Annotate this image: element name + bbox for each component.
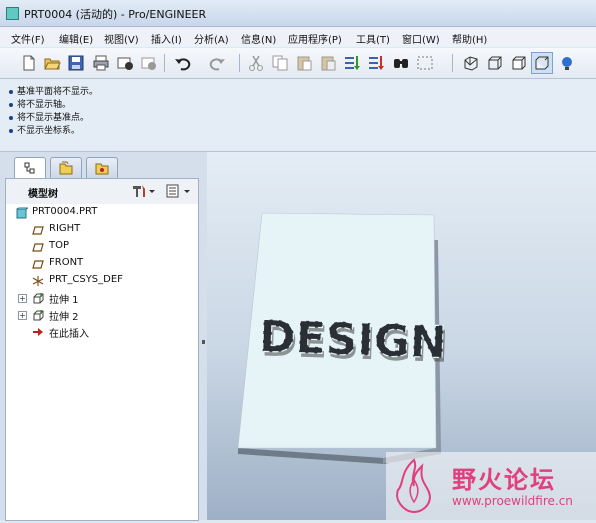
- splitter-grip: [202, 340, 205, 344]
- hidden-line-icon[interactable]: [486, 54, 504, 72]
- menu-window[interactable]: 窗口(W): [402, 31, 440, 46]
- new-file-icon[interactable]: [20, 54, 38, 72]
- menu-bar: 文件(F) 编辑(E) 视图(V) 插入(I) 分析(A) 信息(N) 应用程序…: [0, 27, 596, 47]
- datum-plane-icon: [32, 224, 44, 236]
- menu-tools[interactable]: 工具(T): [356, 31, 390, 46]
- favorites-tab[interactable]: [86, 157, 118, 178]
- datum-plane-icon: [32, 241, 44, 253]
- tree-item-part[interactable]: PRT0004.PRT: [6, 205, 196, 221]
- shading-icon[interactable]: [462, 54, 480, 72]
- print-icon[interactable]: [92, 54, 110, 72]
- forum-url: www.proewildfire.cn: [452, 494, 573, 508]
- wireframe-icon[interactable]: [531, 52, 553, 74]
- tree-item-insert-here[interactable]: 在此插入: [6, 324, 196, 340]
- undo-icon[interactable]: [174, 54, 192, 72]
- model-tree-tab-icon: [24, 162, 35, 174]
- expand-toggle[interactable]: +: [18, 311, 27, 320]
- menu-analysis[interactable]: 分析(A): [194, 31, 229, 46]
- bullet-icon: [9, 102, 13, 107]
- select-box-icon[interactable]: [416, 54, 434, 72]
- tree-item-csys[interactable]: PRT_CSYS_DEF: [6, 273, 196, 289]
- part-icon: [16, 207, 29, 219]
- menu-file[interactable]: 文件(F): [11, 31, 45, 46]
- extrude-icon: [32, 292, 44, 304]
- copy-icon[interactable]: [271, 54, 289, 72]
- settings-dropdown-button[interactable]: [130, 183, 156, 199]
- tools-icon: [133, 185, 155, 197]
- favorites-tab-icon: [95, 163, 109, 175]
- coordinate-system-icon: [32, 275, 44, 287]
- menu-applications[interactable]: 应用程序(P): [288, 31, 342, 46]
- cut-icon[interactable]: [247, 54, 265, 72]
- forum-name: 野火论坛: [452, 466, 556, 494]
- tree-item-datum-front[interactable]: FRONT: [6, 256, 196, 272]
- model-tree-title: 模型树: [28, 189, 58, 200]
- model-tree-tab[interactable]: [14, 157, 46, 179]
- message-line: 将不显示轴。: [9, 97, 71, 110]
- regenerate-manager-icon[interactable]: [367, 54, 385, 72]
- toolbar-separator: [164, 54, 165, 72]
- main-toolbar: [0, 48, 596, 79]
- find-icon[interactable]: [392, 54, 410, 72]
- model-display-icon[interactable]: [558, 54, 576, 72]
- bullet-icon: [9, 128, 13, 133]
- paste-special-icon[interactable]: [319, 54, 337, 72]
- tree-item-extrude-1[interactable]: + 拉伸 1: [6, 290, 196, 306]
- open-folder-icon[interactable]: [43, 54, 61, 72]
- menu-info[interactable]: 信息(N): [241, 31, 276, 46]
- title-bar: PRT0004 (活动的) - Pro/ENGINEER: [0, 0, 596, 27]
- message-line: 不显示坐标系。: [9, 123, 80, 136]
- message-line: 将不显示基准点。: [9, 110, 89, 123]
- message-line: 基准平面将不显示。: [9, 84, 98, 97]
- list-view-icon: [166, 184, 190, 198]
- redo-icon[interactable]: [208, 54, 226, 72]
- toolbar-separator: [239, 54, 240, 72]
- embossed-text: DESIGN: [258, 311, 447, 369]
- tree-item-datum-top[interactable]: TOP: [6, 239, 196, 255]
- toolbar-separator: [452, 54, 453, 72]
- bullet-icon: [9, 89, 13, 94]
- tree-item-extrude-2[interactable]: + 拉伸 2: [6, 307, 196, 323]
- menu-view[interactable]: 视图(V): [104, 31, 139, 46]
- panel-splitter[interactable]: [200, 152, 207, 520]
- flame-logo-icon: [396, 458, 431, 514]
- save-icon[interactable]: [67, 54, 85, 72]
- insert-here-icon: [32, 326, 44, 338]
- expand-toggle[interactable]: +: [18, 294, 27, 303]
- folder-browser-tab[interactable]: [50, 157, 82, 178]
- menu-help[interactable]: 帮助(H): [452, 31, 487, 46]
- regenerate-icon[interactable]: [343, 54, 361, 72]
- tree-item-datum-right[interactable]: RIGHT: [6, 222, 196, 238]
- show-dropdown-button[interactable]: [164, 183, 192, 199]
- mail-recipient-icon[interactable]: [140, 54, 158, 72]
- message-area: 基准平面将不显示。 将不显示轴。 将不显示基准点。 不显示坐标系。: [0, 79, 596, 152]
- folder-browser-tab-icon: [59, 161, 73, 175]
- extrude-icon: [32, 309, 44, 321]
- menu-insert[interactable]: 插入(I): [151, 31, 182, 46]
- model-tree-header: 模型树: [5, 178, 199, 205]
- datum-plane-icon: [32, 258, 44, 270]
- send-mail-icon[interactable]: [116, 54, 134, 72]
- no-hidden-icon[interactable]: [510, 54, 528, 72]
- forum-watermark: 野火论坛 www.proewildfire.cn: [386, 452, 596, 520]
- paste-icon[interactable]: [295, 54, 313, 72]
- menu-edit[interactable]: 编辑(E): [59, 31, 93, 46]
- app-icon: [6, 7, 19, 20]
- part-edge-bottom: [238, 448, 383, 464]
- bullet-icon: [9, 115, 13, 120]
- window-title: PRT0004 (活动的) - Pro/ENGINEER: [24, 8, 207, 21]
- model-tree: PRT0004.PRT RIGHT TOP FRONT PRT_CSYS_DEF…: [5, 204, 199, 521]
